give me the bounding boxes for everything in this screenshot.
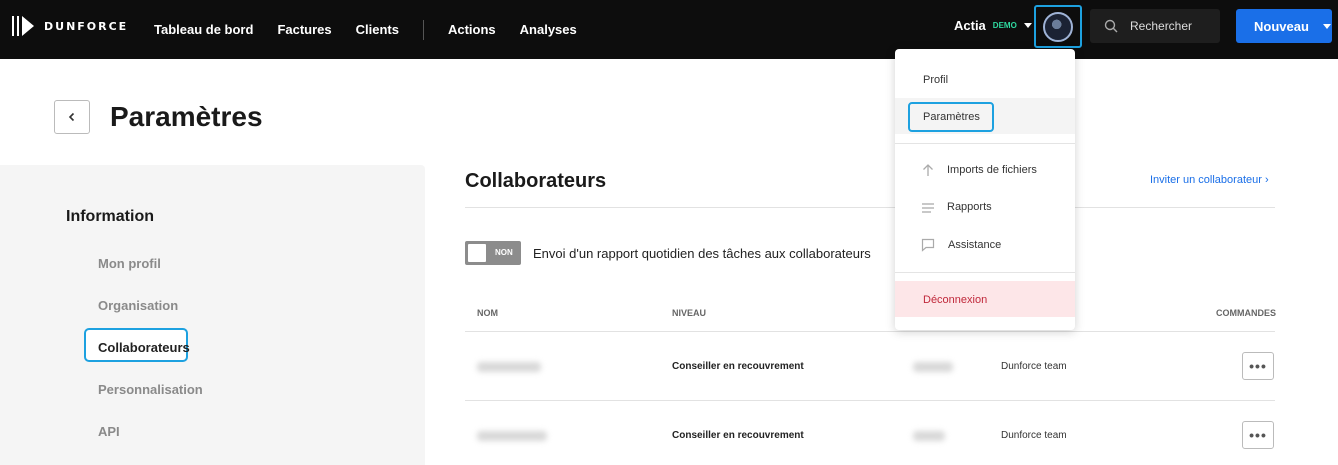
avatar xyxy=(1043,11,1073,42)
nav-divider xyxy=(422,19,424,40)
divider xyxy=(465,400,1275,401)
arrow-up-icon xyxy=(923,164,933,176)
nav-clients[interactable]: Clients xyxy=(356,22,399,37)
main-nav: Tableau de bord Factures Clients Actions… xyxy=(154,0,601,59)
column-header-niveau: NIVEAU xyxy=(672,308,707,318)
settings-sidebar: Information Mon profil Organisation Coll… xyxy=(0,165,425,465)
nav-actions[interactable]: Actions xyxy=(448,22,496,37)
invite-collaborator-link[interactable]: Inviter un collaborateur › xyxy=(1150,174,1269,186)
chevron-down-icon xyxy=(1322,23,1331,29)
redacted-name xyxy=(477,362,541,372)
redacted-value xyxy=(913,431,945,441)
level-cell: Conseiller en recouvrement xyxy=(672,430,804,441)
list-icon xyxy=(922,203,934,213)
user-menu-button[interactable] xyxy=(1034,5,1082,48)
user-dropdown-menu: Profil Paramètres Imports de fichiers Ra… xyxy=(895,49,1075,330)
company-name: Actia xyxy=(954,18,986,33)
toggle-state-label: NON xyxy=(495,248,513,257)
search-icon xyxy=(1104,19,1118,33)
sidebar-item-organisation[interactable]: Organisation xyxy=(98,298,178,313)
sidebar-section-title: Information xyxy=(66,208,154,225)
toggle-knob xyxy=(468,244,486,262)
divider xyxy=(465,331,1275,332)
column-header-nom: NOM xyxy=(477,308,498,318)
menu-divider xyxy=(895,143,1075,144)
menu-item-rapports[interactable]: Rapports xyxy=(947,201,992,213)
menu-item-assistance[interactable]: Assistance xyxy=(948,239,1001,251)
chevron-left-icon xyxy=(68,112,75,122)
nav-tableau-de-bord[interactable]: Tableau de bord xyxy=(154,22,253,37)
dunforce-logo[interactable]: DUNFORCE xyxy=(12,14,128,38)
nav-analyses[interactable]: Analyses xyxy=(520,22,577,37)
more-icon: ••• xyxy=(1249,358,1267,374)
logo-text: DUNFORCE xyxy=(44,19,129,33)
top-navbar: DUNFORCE Tableau de bord Factures Client… xyxy=(0,0,1338,59)
row-actions-button[interactable]: ••• xyxy=(1242,421,1274,449)
team-cell: Dunforce team xyxy=(1001,361,1067,372)
logo-icon xyxy=(12,14,36,38)
menu-item-parametres[interactable]: Paramètres xyxy=(923,111,980,123)
search-input[interactable]: Rechercher xyxy=(1090,9,1220,43)
sidebar-item-collaborateurs[interactable]: Collaborateurs xyxy=(98,340,190,355)
menu-item-imports[interactable]: Imports de fichiers xyxy=(947,164,1037,176)
demo-badge: DEMO xyxy=(992,21,1017,30)
redacted-name xyxy=(477,431,547,441)
redacted-value xyxy=(913,362,953,372)
company-switcher[interactable]: Actia DEMO xyxy=(954,18,1032,33)
daily-report-label: Envoi d'un rapport quotidien des tâches … xyxy=(533,246,871,261)
sidebar-item-api[interactable]: API xyxy=(98,424,120,439)
new-button-label: Nouveau xyxy=(1254,18,1309,34)
section-title: Collaborateurs xyxy=(465,170,607,192)
page-title: Paramètres xyxy=(110,101,263,132)
divider xyxy=(465,207,1275,208)
daily-report-toggle[interactable]: NON xyxy=(465,241,521,265)
back-button[interactable] xyxy=(54,100,90,134)
search-placeholder: Rechercher xyxy=(1130,19,1193,33)
chevron-down-icon xyxy=(1023,23,1032,28)
more-icon: ••• xyxy=(1249,427,1267,443)
menu-item-profil[interactable]: Profil xyxy=(923,74,948,86)
chat-icon xyxy=(921,238,935,252)
row-actions-button[interactable]: ••• xyxy=(1242,352,1274,380)
new-button[interactable]: Nouveau xyxy=(1236,9,1332,43)
sidebar-item-personnalisation[interactable]: Personnalisation xyxy=(98,382,203,397)
level-cell: Conseiller en recouvrement xyxy=(672,361,804,372)
nav-factures[interactable]: Factures xyxy=(277,22,331,37)
sidebar-item-mon-profil[interactable]: Mon profil xyxy=(98,256,161,271)
menu-divider xyxy=(895,272,1075,273)
column-header-commandes: COMMANDES xyxy=(1216,308,1276,318)
team-cell: Dunforce team xyxy=(1001,430,1067,441)
menu-item-deconnexion[interactable]: Déconnexion xyxy=(923,294,987,306)
